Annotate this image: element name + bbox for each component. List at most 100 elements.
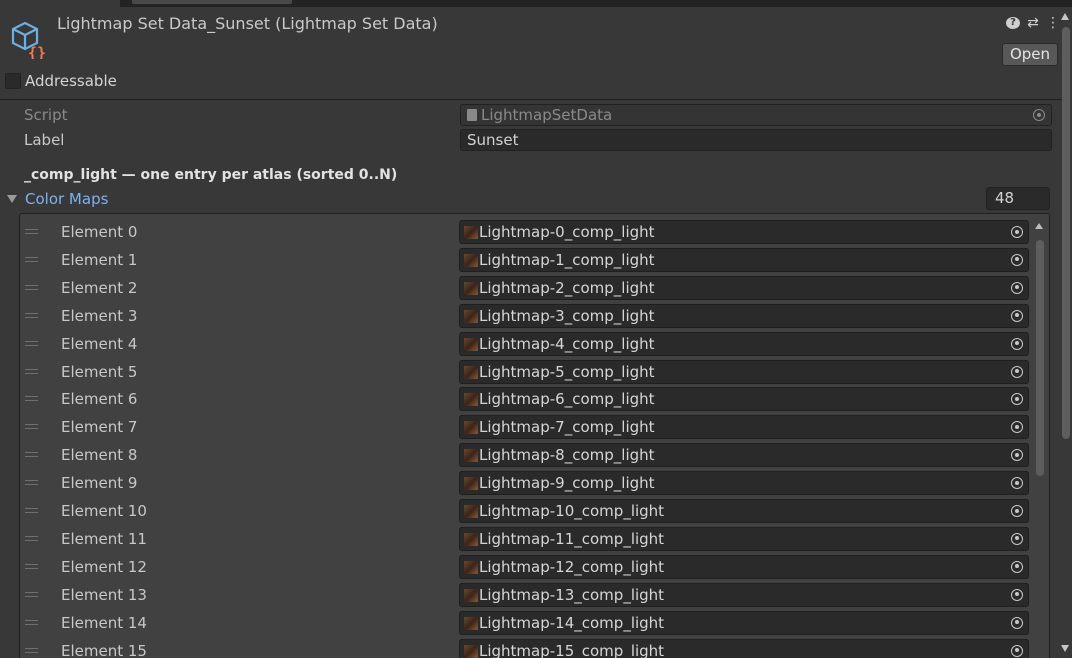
foldout-arrow-icon[interactable] — [7, 195, 17, 203]
texture-name: Lightmap-2_comp_light — [479, 278, 655, 297]
element-label: Element 6 — [61, 390, 138, 409]
texture-object-field[interactable]: Lightmap-12_comp_light — [459, 554, 1029, 579]
help-icon[interactable]: ? — [1006, 17, 1020, 29]
drag-handle-icon[interactable] — [25, 591, 38, 597]
object-picker-icon[interactable] — [1011, 477, 1023, 490]
element-label: Element 1 — [61, 250, 138, 269]
drag-handle-icon[interactable] — [25, 452, 38, 458]
texture-thumbnail-icon — [464, 449, 478, 463]
object-picker-icon[interactable] — [1011, 365, 1023, 378]
object-picker-icon[interactable] — [1011, 505, 1023, 517]
addressable-checkbox[interactable] — [5, 73, 21, 89]
object-picker-icon[interactable] — [1011, 532, 1023, 545]
tab-lighting[interactable] — [132, 0, 292, 4]
object-picker-icon[interactable] — [1011, 588, 1023, 601]
texture-name: Lightmap-4_comp_light — [479, 334, 655, 353]
list-item: Element 12 Lightmap-12_comp_light — [20, 554, 1030, 579]
drag-handle-icon[interactable] — [25, 424, 38, 430]
object-picker-icon[interactable] — [1011, 644, 1023, 657]
element-label: Element 10 — [61, 502, 147, 520]
texture-object-field[interactable]: Lightmap-13_comp_light — [459, 582, 1029, 607]
element-label: Element 3 — [61, 306, 138, 325]
element-label: Element 0 — [61, 223, 138, 241]
list-item: Element 9 Lightmap-9_comp_light — [20, 471, 1030, 496]
drag-handle-icon[interactable] — [25, 563, 38, 569]
texture-object-field[interactable]: Lightmap-10_comp_light — [459, 499, 1029, 523]
texture-object-field[interactable]: Lightmap-6_comp_light — [459, 387, 1029, 412]
texture-object-field[interactable]: Lightmap-7_comp_light — [459, 415, 1029, 440]
texture-name: Lightmap-10_comp_light — [479, 502, 665, 520]
texture-object-field[interactable]: Lightmap-15_comp_light — [459, 638, 1029, 658]
label-input[interactable]: Sunset — [460, 129, 1052, 151]
texture-object-field[interactable]: Lightmap-4_comp_light — [459, 331, 1029, 356]
object-picker-icon[interactable] — [1011, 309, 1023, 322]
texture-name: Lightmap-13_comp_light — [479, 585, 665, 604]
array-size-field[interactable]: 48 — [986, 187, 1050, 210]
more-menu-icon[interactable]: ⋮ — [1046, 16, 1060, 30]
drag-handle-icon[interactable] — [25, 340, 38, 346]
drag-handle-icon[interactable] — [25, 508, 38, 513]
window-scrollbar-thumb[interactable] — [1062, 27, 1070, 439]
drag-handle-icon[interactable] — [25, 535, 38, 541]
label-label: Label — [24, 131, 65, 149]
object-picker-icon[interactable] — [1011, 253, 1023, 266]
texture-thumbnail-icon — [464, 253, 478, 267]
open-button[interactable]: Open — [1002, 43, 1058, 66]
drag-handle-icon[interactable] — [25, 647, 38, 653]
object-picker-icon[interactable] — [1011, 337, 1023, 350]
drag-handle-icon[interactable] — [25, 312, 38, 318]
texture-thumbnail-icon — [464, 421, 478, 435]
drag-handle-icon[interactable] — [25, 396, 38, 402]
element-label: Element 15 — [61, 641, 147, 658]
list-item: Element 7 Lightmap-7_comp_light — [20, 415, 1030, 440]
drag-handle-icon[interactable] — [25, 284, 38, 290]
element-label: Element 14 — [61, 613, 147, 632]
texture-object-field[interactable]: Lightmap-9_comp_light — [459, 471, 1029, 496]
element-label: Element 2 — [61, 278, 138, 297]
svg-text:{}: {} — [28, 44, 46, 59]
settings-sliders-icon[interactable]: ⇄ — [1026, 16, 1040, 30]
object-picker-icon[interactable] — [1011, 421, 1023, 434]
label-field-row: Label Sunset — [24, 129, 1052, 151]
list-item: Element 10 Lightmap-10_comp_light — [20, 499, 1030, 523]
object-picker-icon[interactable] — [1011, 281, 1023, 294]
script-label: Script — [24, 106, 68, 124]
list-scrollbar-thumb[interactable] — [1036, 240, 1044, 476]
list-scroll-up-icon[interactable] — [1035, 223, 1043, 229]
tab-inspector[interactable] — [0, 0, 120, 7]
texture-name: Lightmap-12_comp_light — [479, 557, 665, 576]
texture-thumbnail-icon — [464, 588, 478, 602]
list-scrollbar[interactable] — [1034, 236, 1046, 476]
texture-name: Lightmap-0_comp_light — [479, 223, 655, 241]
texture-object-field[interactable]: Lightmap-0_comp_light — [459, 220, 1029, 244]
texture-object-field[interactable]: Lightmap-2_comp_light — [459, 275, 1029, 300]
drag-handle-icon[interactable] — [25, 480, 38, 486]
texture-name: Lightmap-9_comp_light — [479, 474, 655, 493]
object-picker-icon[interactable] — [1011, 226, 1023, 238]
addressable-toggle[interactable]: Addressable — [5, 71, 117, 91]
list-item: Element 14 Lightmap-14_comp_light — [20, 610, 1030, 635]
element-label: Element 9 — [61, 474, 138, 493]
object-picker-icon[interactable] — [1011, 616, 1023, 629]
drag-handle-icon[interactable] — [25, 368, 38, 374]
drag-handle-icon[interactable] — [25, 256, 38, 262]
texture-object-field[interactable]: Lightmap-3_comp_light — [459, 303, 1029, 328]
texture-object-field[interactable]: Lightmap-5_comp_light — [459, 359, 1029, 384]
texture-object-field[interactable]: Lightmap-8_comp_light — [459, 443, 1029, 468]
object-picker-icon[interactable] — [1011, 560, 1023, 573]
color-maps-foldout[interactable]: Color Maps — [7, 190, 108, 208]
object-picker-icon[interactable] — [1011, 393, 1023, 406]
window-scroll-down-icon[interactable] — [1061, 645, 1069, 652]
inspector-tab-strip — [0, 0, 1072, 7]
texture-thumbnail-icon — [464, 337, 478, 351]
drag-handle-icon[interactable] — [25, 619, 38, 625]
drag-handle-icon[interactable] — [25, 229, 38, 234]
texture-object-field[interactable]: Lightmap-1_comp_light — [459, 247, 1029, 272]
texture-object-field[interactable]: Lightmap-14_comp_light — [459, 610, 1029, 635]
inspector-header: {} Lightmap Set Data_Sunset (Lightmap Se… — [0, 7, 1062, 69]
object-picker-icon[interactable] — [1011, 449, 1023, 462]
texture-name: Lightmap-8_comp_light — [479, 446, 655, 465]
texture-thumbnail-icon — [464, 616, 478, 630]
window-scroll-up-icon[interactable] — [1061, 13, 1069, 20]
texture-object-field[interactable]: Lightmap-11_comp_light — [459, 526, 1029, 551]
